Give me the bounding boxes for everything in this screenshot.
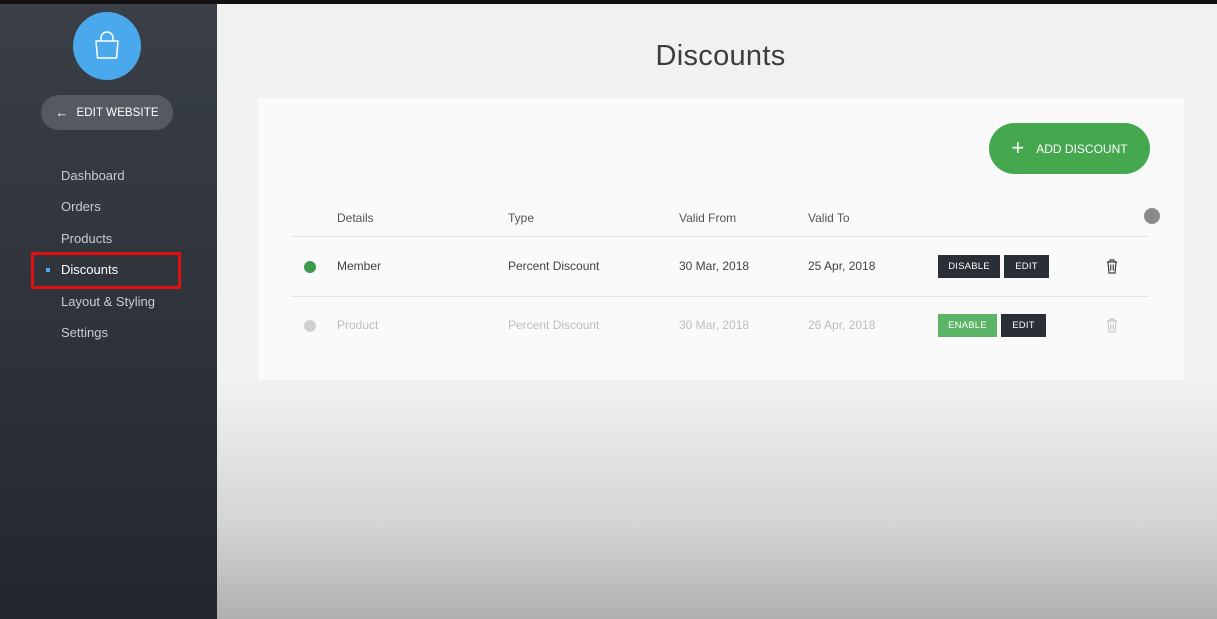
sidebar-item-label: Products <box>61 230 113 246</box>
column-header-type[interactable]: Type <box>508 211 534 225</box>
edit-button[interactable]: EDIT <box>1004 255 1049 278</box>
store-logo[interactable] <box>73 12 141 80</box>
edit-website-button[interactable]: ← EDIT WEBSITE <box>41 95 173 130</box>
sidebar-item-products[interactable]: Products <box>0 223 217 254</box>
enable-button[interactable]: ENABLE <box>938 314 997 337</box>
sidebar-item-label: Settings <box>61 324 108 340</box>
add-discount-label: ADD DISCOUNT <box>1036 141 1128 156</box>
edit-website-label: EDIT WEBSITE <box>76 106 159 119</box>
row-divider <box>291 296 1149 297</box>
row-details: Product <box>337 318 379 332</box>
add-discount-button[interactable]: + ADD DISCOUNT <box>989 123 1150 174</box>
sidebar-item-layout-styling[interactable]: Layout & Styling <box>0 286 217 317</box>
row-details: Member <box>337 259 382 273</box>
column-header-valid-to[interactable]: Valid To <box>808 211 850 225</box>
sidebar-item-label: Dashboard <box>61 168 125 183</box>
sidebar-item-label: Orders <box>61 199 101 215</box>
sidebar-item-label: Layout & Styling <box>61 293 155 309</box>
discounts-card: + ADD DISCOUNT Details Type Valid From V… <box>258 98 1184 380</box>
sidebar-item-settings[interactable]: Settings <box>0 317 217 348</box>
highlight-box <box>31 252 181 289</box>
page-title: Discounts <box>655 40 786 72</box>
row-type: Percent Discount <box>508 318 600 332</box>
row-valid-to: 26 Apr, 2018 <box>808 318 876 332</box>
trash-icon[interactable] <box>1105 317 1119 333</box>
row-valid-to: 25 Apr, 2018 <box>808 259 876 273</box>
sidebar: ← EDIT WEBSITE Dashboard Orders Products… <box>0 4 217 619</box>
column-header-valid-from[interactable]: Valid From <box>679 211 736 225</box>
trash-icon[interactable] <box>1105 258 1119 274</box>
status-dot-enabled <box>304 261 316 273</box>
row-valid-from: 30 Mar, 2018 <box>679 259 750 273</box>
row-type: Percent Discount <box>508 259 600 273</box>
table-row: Product Percent Discount 30 Mar, 2018 26… <box>258 314 1184 337</box>
table-options-dot-icon[interactable] <box>1144 208 1160 224</box>
row-valid-from: 30 Mar, 2018 <box>679 318 750 332</box>
header-divider <box>291 236 1149 237</box>
plus-icon: + <box>1011 134 1025 160</box>
status-dot-disabled <box>304 320 316 332</box>
main-content: Discounts + ADD DISCOUNT Details Type Va… <box>217 4 1217 619</box>
edit-button[interactable]: EDIT <box>1001 314 1046 337</box>
table-row: Member Percent Discount 30 Mar, 2018 25 … <box>258 255 1184 278</box>
sidebar-item-orders[interactable]: Orders <box>0 191 217 222</box>
column-header-details[interactable]: Details <box>337 211 374 225</box>
sidebar-item-dashboard[interactable]: Dashboard <box>0 160 217 191</box>
shopping-bag-icon <box>95 31 119 59</box>
disable-button[interactable]: DISABLE <box>938 255 1000 278</box>
back-arrow-icon: ← <box>55 105 69 120</box>
